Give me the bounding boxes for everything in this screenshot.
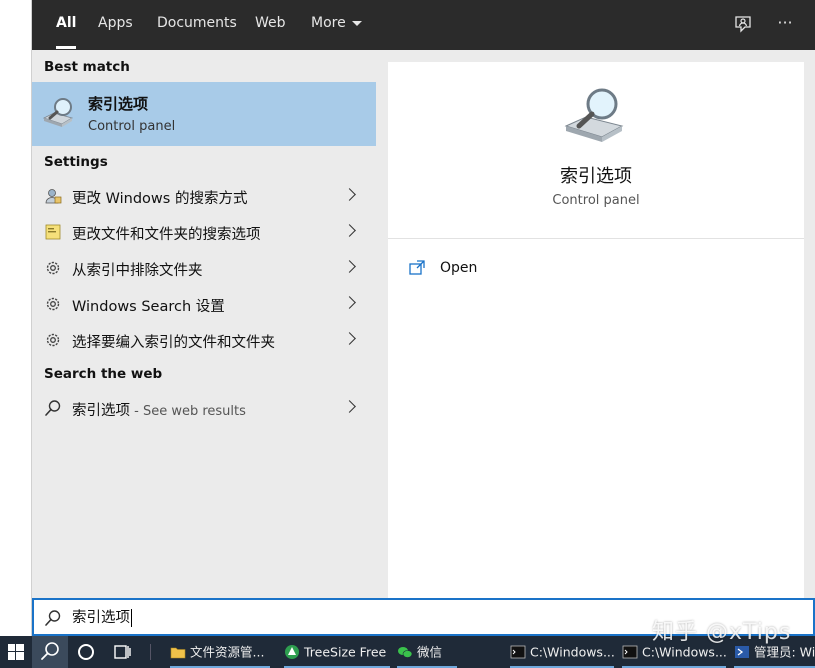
tab-web[interactable]: Web bbox=[255, 0, 286, 50]
preview-title: 索引选项 bbox=[560, 166, 632, 187]
taskbar-app-label: C:\Windows... bbox=[530, 644, 615, 660]
taskbar-app-label: 管理员: Wi bbox=[754, 644, 815, 660]
feedback-icon[interactable] bbox=[732, 13, 754, 35]
search-icon bbox=[45, 610, 61, 626]
gear-icon bbox=[46, 333, 60, 347]
settings-item-search-permissions[interactable]: 更改 Windows 的搜索方式 bbox=[32, 178, 376, 214]
settings-item-windows-search[interactable]: Windows Search 设置 bbox=[32, 286, 376, 322]
best-match-subtitle: Control panel bbox=[88, 119, 176, 134]
search-input[interactable]: 索引选项 bbox=[72, 606, 772, 628]
preview-divider bbox=[388, 238, 804, 239]
task-view-icon bbox=[114, 645, 131, 659]
settings-item-label: Windows Search 设置 bbox=[72, 299, 225, 315]
settings-item-label: 选择要编入索引的文件和文件夹 bbox=[72, 335, 275, 351]
taskbar-app-cmd-1[interactable]: C:\Windows... bbox=[510, 636, 615, 668]
folder-icon bbox=[170, 647, 186, 658]
cortana-button[interactable] bbox=[68, 636, 104, 668]
settings-item-choose-indexed[interactable]: 选择要编入索引的文件和文件夹 bbox=[32, 322, 376, 358]
tab-all-label: All bbox=[56, 15, 77, 31]
settings-item-folder-options[interactable]: 更改文件和文件夹的搜索选项 bbox=[32, 214, 376, 250]
chevron-right-icon[interactable] bbox=[343, 400, 356, 413]
ellipsis-icon[interactable]: ··· bbox=[774, 13, 796, 35]
taskbar-app-label: C:\Windows... bbox=[642, 644, 727, 660]
windows-logo-icon bbox=[8, 644, 24, 660]
tab-all[interactable]: All bbox=[56, 0, 77, 50]
chevron-right-icon[interactable] bbox=[343, 296, 356, 309]
tab-documents[interactable]: Documents bbox=[157, 0, 237, 50]
search-tab-bar: All Apps Documents Web More ··· bbox=[32, 0, 815, 50]
tab-documents-label: Documents bbox=[157, 15, 237, 31]
settings-item-label: 从索引中排除文件夹 bbox=[72, 263, 203, 279]
desktop-background bbox=[0, 0, 32, 636]
cortana-icon bbox=[78, 644, 94, 660]
gear-icon bbox=[46, 261, 60, 275]
cmd-icon bbox=[622, 645, 638, 658]
web-search-result[interactable]: 索引选项 - See web results bbox=[32, 390, 376, 426]
treesize-icon bbox=[285, 644, 299, 659]
search-icon bbox=[45, 400, 61, 416]
search-panel: All Apps Documents Web More ··· Best mat… bbox=[32, 0, 815, 636]
wechat-icon bbox=[398, 646, 413, 658]
search-icon bbox=[41, 642, 59, 660]
search-box[interactable]: 索引选项 bbox=[32, 598, 815, 636]
best-match-item[interactable]: 索引选项 Control panel bbox=[32, 82, 376, 146]
web-search-term: 索引选项 bbox=[72, 403, 130, 419]
results-list: Best match 索引选项 Control panel Settings 更… bbox=[32, 50, 376, 598]
indexing-options-icon bbox=[564, 88, 624, 142]
tab-web-label: Web bbox=[255, 15, 286, 31]
taskbar-search-button[interactable] bbox=[32, 636, 68, 668]
indexing-options-icon bbox=[42, 98, 74, 127]
taskbar-app-powershell[interactable]: 管理员: Wi bbox=[734, 636, 815, 668]
taskbar: 文件资源管... TreeSize Free 微信 C:\Windows... … bbox=[0, 636, 815, 668]
cmd-icon bbox=[510, 645, 526, 658]
task-view-button[interactable] bbox=[104, 636, 140, 668]
settings-header: Settings bbox=[44, 154, 108, 170]
chevron-right-icon[interactable] bbox=[343, 188, 356, 201]
folder-options-icon bbox=[45, 224, 61, 240]
powershell-icon bbox=[735, 645, 749, 658]
chevron-right-icon[interactable] bbox=[343, 260, 356, 273]
tab-more[interactable]: More bbox=[311, 0, 362, 50]
best-match-header: Best match bbox=[44, 59, 130, 75]
tab-apps-label: Apps bbox=[98, 15, 133, 31]
tab-more-label: More bbox=[311, 15, 346, 31]
text-cursor bbox=[131, 609, 132, 627]
search-web-header: Search the web bbox=[44, 366, 163, 382]
search-input-value: 索引选项 bbox=[72, 610, 130, 626]
gear-icon bbox=[46, 297, 60, 311]
search-permissions-icon bbox=[45, 189, 62, 204]
taskbar-app-label: 文件资源管... bbox=[190, 644, 265, 660]
settings-item-exclude-folders[interactable]: 从索引中排除文件夹 bbox=[32, 250, 376, 286]
taskbar-app-label: 微信 bbox=[417, 644, 443, 660]
caret-down-icon bbox=[351, 20, 362, 26]
taskbar-app-cmd-2[interactable]: C:\Windows... bbox=[622, 636, 727, 668]
preview-pane: 索引选项 Control panel Open bbox=[388, 62, 804, 598]
chevron-right-icon[interactable] bbox=[343, 332, 356, 345]
taskbar-separator bbox=[150, 644, 151, 660]
preview-subtitle: Control panel bbox=[552, 193, 640, 208]
web-search-label: 索引选项 - See web results bbox=[72, 399, 246, 420]
taskbar-app-file-explorer[interactable]: 文件资源管... bbox=[170, 636, 270, 668]
taskbar-app-wechat[interactable]: 微信 bbox=[397, 636, 457, 668]
best-match-title: 索引选项 bbox=[88, 95, 149, 113]
start-button[interactable] bbox=[0, 636, 32, 668]
open-icon bbox=[409, 260, 425, 275]
tab-apps[interactable]: Apps bbox=[98, 0, 133, 50]
chevron-right-icon[interactable] bbox=[343, 224, 356, 237]
open-label: Open bbox=[440, 260, 478, 276]
web-search-suffix: - See web results bbox=[130, 404, 246, 419]
taskbar-app-treesize[interactable]: TreeSize Free bbox=[284, 636, 390, 668]
settings-item-label: 更改文件和文件夹的搜索选项 bbox=[72, 227, 261, 243]
settings-item-label: 更改 Windows 的搜索方式 bbox=[72, 191, 248, 207]
taskbar-app-label: TreeSize Free bbox=[304, 644, 387, 660]
